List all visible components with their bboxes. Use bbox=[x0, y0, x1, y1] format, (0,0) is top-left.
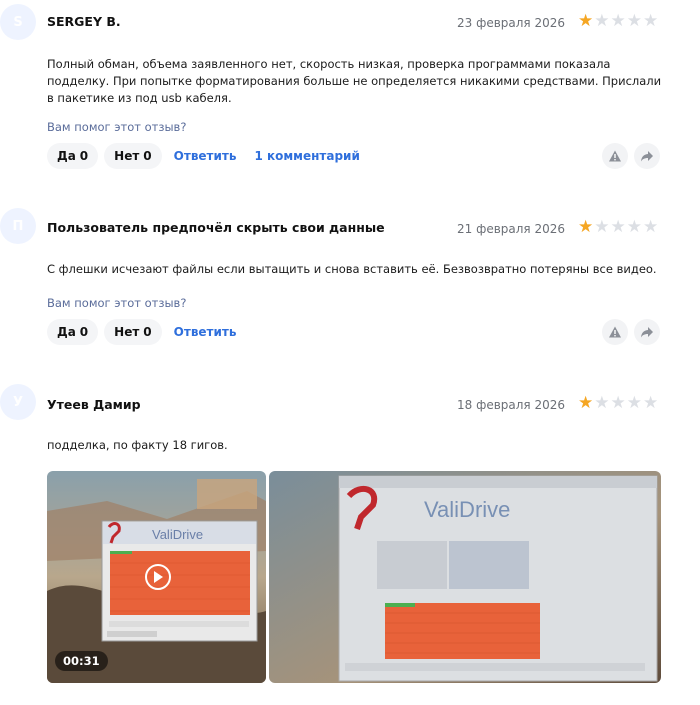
validrive-photo-title: ValiDrive bbox=[424, 497, 510, 522]
no-count: 0 bbox=[143, 325, 152, 339]
yes-button[interactable]: Да 0 bbox=[47, 319, 99, 345]
star-icon: ★ bbox=[610, 11, 626, 31]
avatar: S bbox=[0, 4, 36, 40]
rating-stars: ★ ★ ★ ★ ★ bbox=[578, 395, 658, 412]
rating-stars: ★ ★ ★ ★ ★ bbox=[578, 219, 658, 236]
star-icon: ★ bbox=[594, 393, 610, 413]
rating-stars: ★ ★ ★ ★ ★ bbox=[578, 13, 658, 30]
review-text: подделка, по факту 18 гигов. bbox=[47, 438, 228, 452]
play-icon bbox=[154, 571, 163, 583]
avatar: У bbox=[0, 384, 36, 420]
review-author: Пользователь предпочёл скрыть свои данны… bbox=[47, 220, 385, 235]
comments-link[interactable]: 1 комментарий bbox=[248, 143, 365, 169]
star-icon: ★ bbox=[594, 11, 610, 31]
share-icon bbox=[641, 327, 653, 338]
video-thumbnail[interactable]: ValiDrive 00:31 bbox=[47, 471, 266, 683]
avatar-letter: У bbox=[12, 394, 24, 410]
review-text: С флешки исчезают файлы если вытащить и … bbox=[47, 262, 657, 276]
review-author: SERGEY B. bbox=[47, 14, 121, 29]
no-label: Нет bbox=[114, 325, 140, 339]
yes-label: Да bbox=[57, 149, 76, 163]
no-button[interactable]: Нет 0 bbox=[104, 143, 162, 169]
review-date: 23 февраля 2026 bbox=[456, 16, 565, 30]
star-icon: ★ bbox=[626, 11, 642, 31]
star-icon: ★ bbox=[626, 393, 642, 413]
star-icon: ★ bbox=[578, 217, 594, 237]
play-button[interactable] bbox=[145, 564, 171, 590]
warning-icon bbox=[609, 150, 621, 162]
avatar-letter: П bbox=[12, 218, 24, 234]
no-label: Нет bbox=[114, 149, 140, 163]
validrive-title: ValiDrive bbox=[152, 527, 203, 542]
star-icon: ★ bbox=[643, 217, 659, 237]
avatar: П bbox=[0, 208, 36, 244]
reply-link[interactable]: Ответить bbox=[168, 143, 243, 169]
star-icon: ★ bbox=[594, 217, 610, 237]
star-icon: ★ bbox=[578, 393, 594, 413]
yes-label: Да bbox=[57, 325, 76, 339]
yes-button[interactable]: Да 0 bbox=[47, 143, 99, 169]
report-button[interactable] bbox=[602, 143, 628, 169]
share-button[interactable] bbox=[634, 143, 660, 169]
report-button[interactable] bbox=[602, 319, 628, 345]
yes-count: 0 bbox=[79, 149, 89, 163]
star-icon: ★ bbox=[610, 217, 626, 237]
review-date: 21 февраля 2026 bbox=[456, 222, 565, 236]
yes-count: 0 bbox=[79, 325, 89, 339]
video-duration: 00:31 bbox=[55, 651, 108, 671]
review-author: Утеев Дамир bbox=[47, 397, 141, 412]
review-actions: Да 0 Нет 0 Ответить 1 комментарий bbox=[47, 143, 366, 169]
avatar-letter: S bbox=[13, 14, 23, 30]
review-actions: Да 0 Нет 0 Ответить bbox=[47, 319, 242, 345]
review-text: Полный обман, объема заявленного нет, ск… bbox=[47, 57, 662, 105]
star-icon: ★ bbox=[610, 393, 626, 413]
review-media-gallery: ValiDrive 00:31 ValiDrive bbox=[47, 471, 661, 683]
warning-icon bbox=[609, 326, 621, 338]
star-icon: ★ bbox=[578, 11, 594, 31]
no-count: 0 bbox=[143, 149, 152, 163]
no-button[interactable]: Нет 0 bbox=[104, 319, 162, 345]
reply-link[interactable]: Ответить bbox=[168, 319, 243, 345]
star-icon: ★ bbox=[626, 217, 642, 237]
helpful-question: Вам помог этот отзыв? bbox=[47, 120, 187, 134]
helpful-question: Вам помог этот отзыв? bbox=[47, 296, 187, 310]
photo-image: ValiDrive bbox=[269, 471, 661, 683]
share-button[interactable] bbox=[634, 319, 660, 345]
share-icon bbox=[641, 151, 653, 162]
star-icon: ★ bbox=[643, 393, 659, 413]
star-icon: ★ bbox=[643, 11, 659, 31]
photo-thumbnail[interactable]: ValiDrive bbox=[269, 471, 661, 683]
review-date: 18 февраля 2026 bbox=[456, 398, 565, 412]
